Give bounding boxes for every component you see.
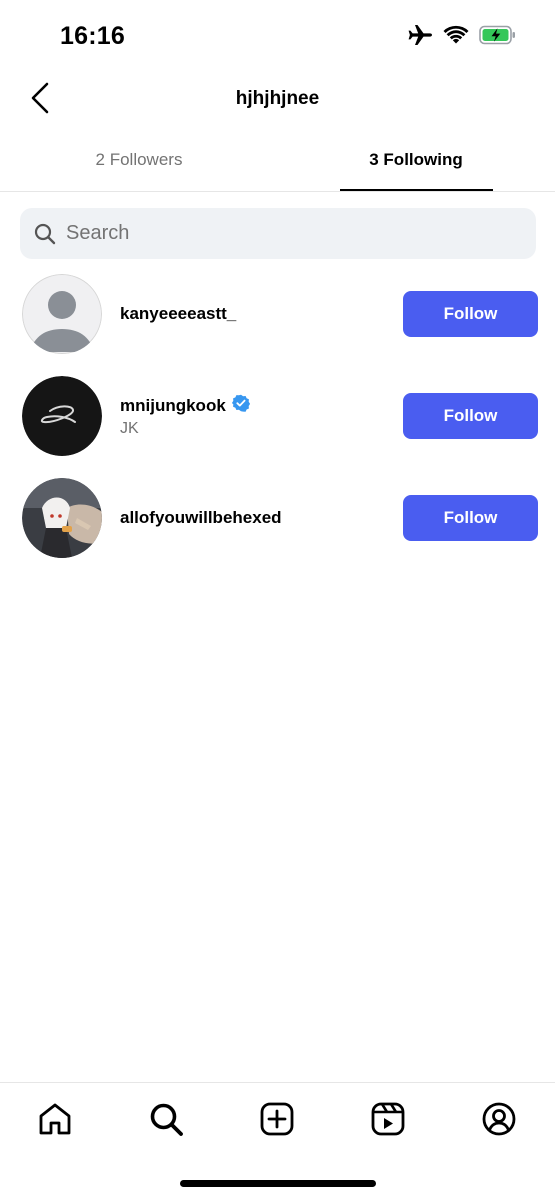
follow-button[interactable]: Follow: [403, 291, 538, 337]
follow-button[interactable]: Follow: [403, 393, 538, 439]
user-info[interactable]: kanyeeeeastt_: [120, 268, 236, 360]
battery-charging-icon: [479, 25, 517, 45]
status-icons: [407, 24, 517, 46]
avatar[interactable]: [22, 478, 102, 558]
username: kanyeeeeastt_: [120, 304, 237, 323]
user-info[interactable]: allofyouwillbehexed: [120, 472, 282, 564]
full-name: JK: [120, 420, 139, 437]
nav-create[interactable]: [257, 1101, 297, 1141]
create-icon: [259, 1101, 295, 1142]
search-icon: [148, 1101, 184, 1142]
username: allofyouwillbehexed: [120, 508, 282, 527]
signature-logo-icon: [22, 376, 102, 456]
status-bar: 16:16: [0, 0, 555, 72]
avatar[interactable]: [22, 274, 102, 354]
active-tab-indicator: [340, 189, 493, 191]
airplane-icon: [407, 24, 433, 46]
verified-badge-icon: [231, 394, 250, 417]
following-list: kanyeeeeastt_ Follow mnijungkook JK Foll…: [0, 268, 555, 574]
avatar[interactable]: [22, 376, 102, 456]
default-avatar-icon: [22, 274, 102, 354]
follow-button[interactable]: Follow: [403, 495, 538, 541]
username: mnijungkook: [120, 395, 226, 415]
home-icon: [37, 1101, 73, 1142]
nav-home[interactable]: [35, 1101, 75, 1141]
search-bar[interactable]: [20, 208, 536, 259]
header: hjhjhjnee: [0, 72, 555, 128]
photo-avatar-icon: [22, 478, 102, 558]
search-input[interactable]: [66, 222, 486, 245]
wifi-icon: [443, 25, 469, 45]
tab-following[interactable]: 3 Following: [340, 128, 492, 192]
status-time: 16:16: [60, 22, 125, 50]
list-item: allofyouwillbehexed Follow: [0, 472, 555, 574]
page-title: hjhjhjnee: [235, 88, 320, 109]
profile-icon: [481, 1101, 517, 1142]
nav-reels[interactable]: [368, 1101, 408, 1141]
tab-followers[interactable]: 2 Followers: [63, 128, 215, 192]
list-item: mnijungkook JK Follow: [0, 370, 555, 472]
search-icon: [34, 223, 56, 245]
list-item: kanyeeeeastt_ Follow: [0, 268, 555, 370]
tab-bar: 2 Followers 3 Following: [0, 128, 555, 192]
reels-icon: [370, 1101, 406, 1142]
nav-search[interactable]: [146, 1101, 186, 1141]
home-indicator: [180, 1180, 376, 1187]
nav-profile[interactable]: [479, 1101, 519, 1141]
user-info[interactable]: mnijungkook JK: [120, 370, 250, 462]
